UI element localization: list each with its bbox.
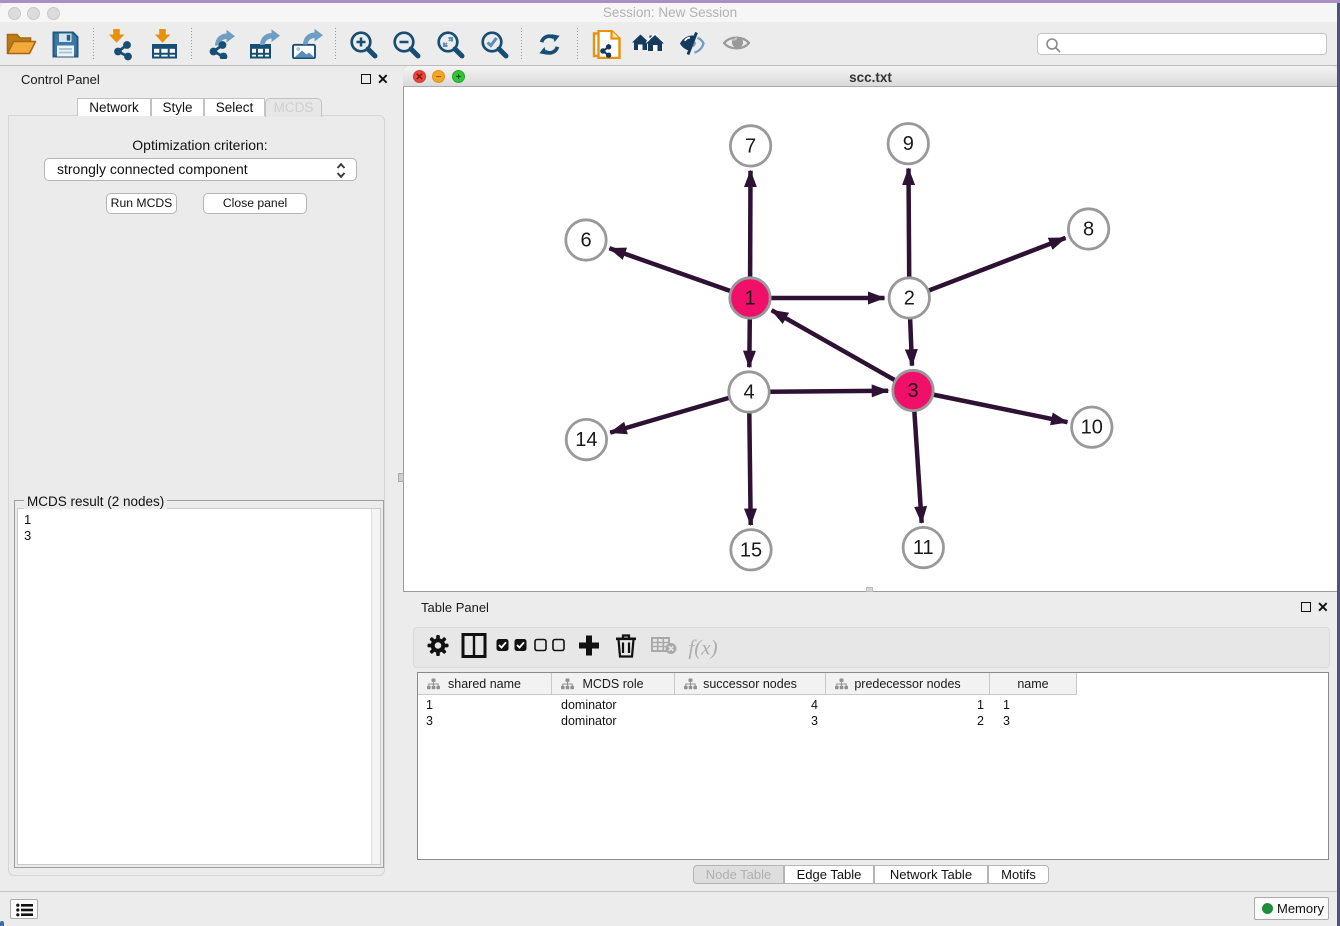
svg-text:4: 4 [743, 382, 754, 404]
svg-text:3: 3 [907, 380, 918, 402]
svg-text:7: 7 [745, 135, 756, 157]
svg-text:10: 10 [1081, 417, 1103, 439]
svg-text:6: 6 [580, 230, 591, 252]
svg-text:11: 11 [913, 537, 934, 559]
svg-text:1: 1 [744, 288, 755, 310]
svg-text:8: 8 [1083, 219, 1094, 241]
svg-text:2: 2 [904, 288, 915, 310]
svg-text:9: 9 [903, 133, 914, 155]
svg-text:14: 14 [575, 429, 597, 451]
svg-text:15: 15 [740, 539, 762, 561]
